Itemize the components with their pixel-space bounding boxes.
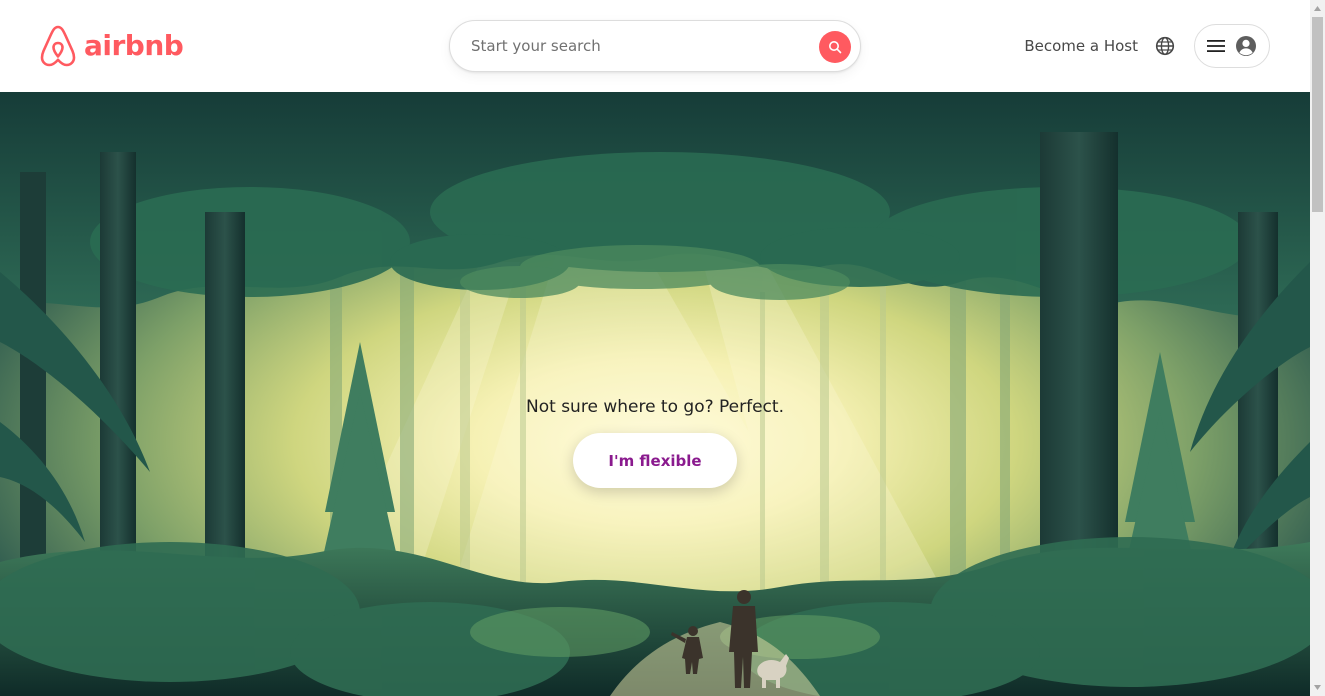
globe-icon [1155, 36, 1175, 56]
airbnb-logo-icon [40, 25, 76, 67]
scroll-thumb[interactable] [1312, 17, 1323, 212]
hero-banner: Not sure where to go? Perfect. I'm flexi… [0, 92, 1310, 696]
scroll-down-arrow[interactable] [1310, 679, 1325, 696]
user-icon [1236, 36, 1256, 56]
forest-illustration [0, 92, 1310, 696]
brand-wordmark: airbnb [84, 29, 184, 62]
search-button[interactable] [819, 31, 851, 63]
language-button[interactable] [1154, 35, 1176, 57]
im-flexible-label: I'm flexible [608, 451, 702, 470]
im-flexible-button[interactable]: I'm flexible [573, 433, 737, 488]
hero-tagline: Not sure where to go? Perfect. [526, 397, 784, 417]
caret-down-icon [1314, 685, 1321, 690]
user-menu-button[interactable] [1194, 24, 1270, 68]
airbnb-logo[interactable]: airbnb [38, 24, 184, 68]
page: airbnb Start your search Become a Host N… [0, 0, 1310, 696]
search-input[interactable]: Start your search [471, 37, 860, 55]
search-bar[interactable]: Start your search [449, 20, 861, 72]
site-header: airbnb Start your search Become a Host [0, 0, 1310, 92]
header-actions: Become a Host [1024, 24, 1270, 68]
vertical-scrollbar[interactable] [1310, 0, 1325, 696]
become-host-link[interactable]: Become a Host [1024, 37, 1138, 55]
hamburger-icon [1207, 40, 1225, 52]
search-icon [829, 41, 842, 54]
caret-up-icon [1314, 6, 1321, 11]
scroll-up-arrow[interactable] [1310, 0, 1325, 17]
